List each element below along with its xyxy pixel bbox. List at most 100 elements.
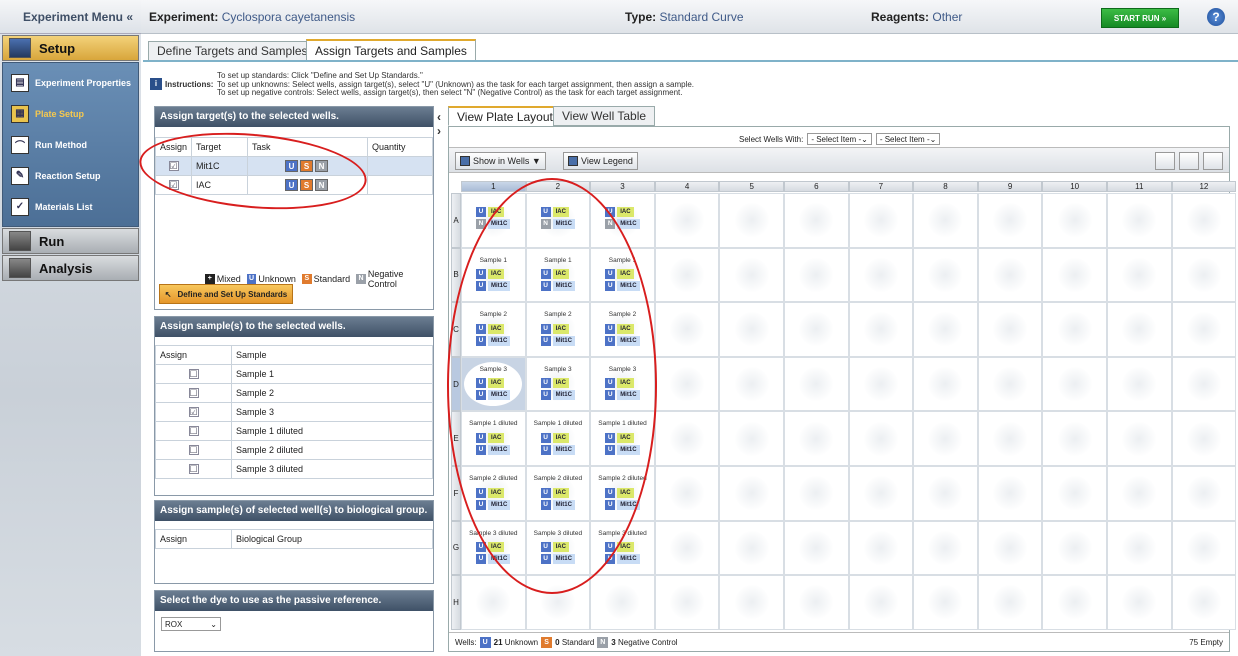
well-B6[interactable] [784,247,849,303]
show-in-wells-button[interactable]: Show in Wells ▼ [455,152,546,170]
well-A4[interactable] [654,193,720,248]
well-C5[interactable] [719,302,784,357]
sample-checkbox[interactable]: ☐ [188,445,199,455]
well-D7[interactable] [848,356,914,412]
column-header-8[interactable]: 8 [913,181,978,192]
well-E11[interactable] [1107,411,1172,466]
table-row[interactable]: ☐ Sample 2 diluted [155,440,433,460]
table-row[interactable]: ☑ Sample 3 [155,402,433,422]
well-F12[interactable] [1171,466,1237,521]
well-H6[interactable] [784,575,849,630]
table-row[interactable]: ☐ Sample 1 [155,364,433,384]
well-B9[interactable] [977,247,1043,303]
well-G5[interactable] [719,520,784,576]
well-E8[interactable] [913,411,978,466]
dye-select[interactable]: ROX ⌄ [161,617,221,631]
help-icon[interactable]: ? [1207,8,1225,26]
well-H7[interactable] [848,575,914,630]
quantity-cell[interactable] [367,156,433,176]
menu-item-experiment-properties[interactable]: ▤ Experiment Properties [3,67,138,98]
menu-item-run-method[interactable]: ⌒ Run Method [3,129,138,160]
well-D9[interactable] [977,356,1043,412]
well-B10[interactable] [1042,247,1107,303]
column-header-6[interactable]: 6 [784,181,849,192]
well-A7[interactable] [848,193,914,248]
well-H5[interactable] [719,575,784,630]
table-row[interactable]: ☐ Sample 3 diluted [155,459,433,479]
row-header-A[interactable]: A [451,193,461,248]
well-B4[interactable] [654,247,720,303]
well-B8[interactable] [913,247,978,303]
well-A5[interactable] [719,193,784,248]
start-run-button[interactable]: START RUN » [1101,8,1179,28]
well-D5[interactable] [719,356,784,412]
row-header-H[interactable]: H [451,575,461,630]
column-header-5[interactable]: 5 [719,181,784,192]
well-F4[interactable] [654,466,720,521]
well-E7[interactable] [848,411,914,466]
sample-checkbox[interactable]: ☐ [188,369,199,379]
well-A12[interactable] [1171,193,1237,248]
well-H10[interactable] [1042,575,1107,630]
well-E6[interactable] [784,411,849,466]
row-header-G[interactable]: G [451,520,461,576]
sample-checkbox[interactable]: ☐ [188,388,199,398]
well-A11[interactable] [1107,193,1172,248]
well-H8[interactable] [913,575,978,630]
well-G12[interactable] [1171,520,1237,576]
well-C8[interactable] [913,302,978,357]
well-H11[interactable] [1107,575,1172,630]
well-A9[interactable] [977,193,1043,248]
menu-item-materials-list[interactable]: ✓ Materials List [3,191,138,222]
define-standards-button[interactable]: ↖ Define and Set Up Standards [159,284,293,304]
well-B7[interactable] [848,247,914,303]
tab-define-targets[interactable]: Define Targets and Samples [148,41,317,61]
well-F7[interactable] [848,466,914,521]
well-D6[interactable] [784,356,849,412]
well-B12[interactable] [1171,247,1237,303]
well-C11[interactable] [1107,302,1172,357]
well-C12[interactable] [1171,302,1237,357]
column-header-12[interactable]: 12 [1171,181,1237,192]
well-B5[interactable] [719,247,784,303]
well-G8[interactable] [913,520,978,576]
well-H9[interactable] [977,575,1043,630]
well-E12[interactable] [1171,411,1237,466]
well-G11[interactable] [1107,520,1172,576]
table-row[interactable]: ☐ Sample 1 diluted [155,421,433,441]
well-D12[interactable] [1171,356,1237,412]
sample-checkbox[interactable]: ☐ [188,464,199,474]
well-G6[interactable] [784,520,849,576]
well-C10[interactable] [1042,302,1107,357]
well-F11[interactable] [1107,466,1172,521]
well-F5[interactable] [719,466,784,521]
column-header-10[interactable]: 10 [1042,181,1107,192]
well-H12[interactable] [1171,575,1237,630]
collapse-panel-icon[interactable]: ‹ › [437,110,441,138]
zoom-fit-icon[interactable] [1203,152,1223,170]
well-D4[interactable] [654,356,720,412]
sample-checkbox[interactable]: ☑ [188,407,199,417]
well-B11[interactable] [1107,247,1172,303]
well-E5[interactable] [719,411,784,466]
well-G9[interactable] [977,520,1043,576]
well-H3[interactable] [590,575,655,630]
column-header-4[interactable]: 4 [654,181,720,192]
menu-analysis[interactable]: Analysis [2,255,139,281]
well-D10[interactable] [1042,356,1107,412]
well-C4[interactable] [654,302,720,357]
table-row[interactable]: ☐ Sample 2 [155,383,433,403]
well-C6[interactable] [784,302,849,357]
tab-assign-targets[interactable]: Assign Targets and Samples [306,39,476,61]
well-G10[interactable] [1042,520,1107,576]
column-header-9[interactable]: 9 [977,181,1043,192]
well-C9[interactable] [977,302,1043,357]
well-G4[interactable] [654,520,720,576]
experiment-menu-title[interactable]: Experiment Menu « [0,0,141,34]
well-F8[interactable] [913,466,978,521]
tab-view-well-table[interactable]: View Well Table [553,106,656,126]
well-E10[interactable] [1042,411,1107,466]
well-A10[interactable] [1042,193,1107,248]
well-G7[interactable] [848,520,914,576]
layout-view-icon[interactable] [1155,152,1175,170]
